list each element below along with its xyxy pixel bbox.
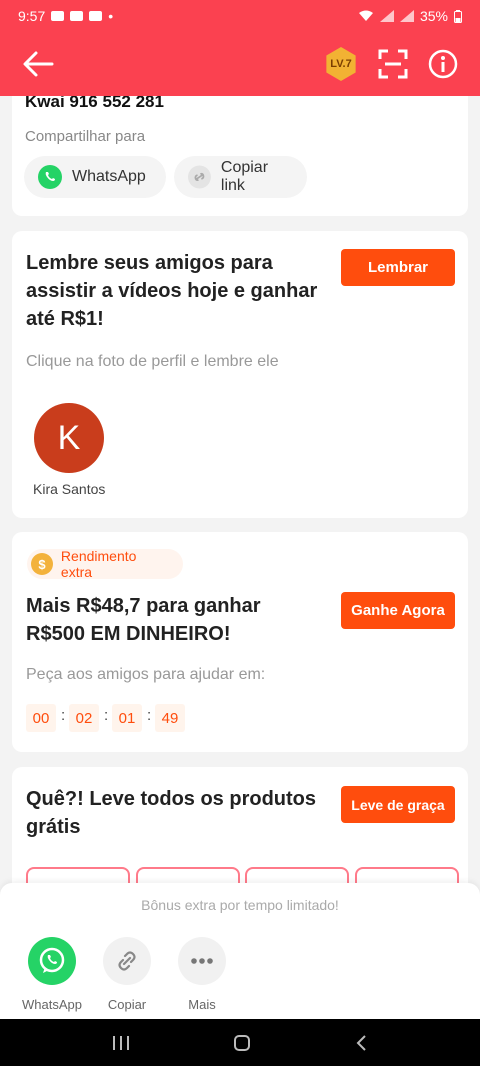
friend-avatar[interactable]: K [34,403,104,473]
status-time: 9:57 [18,8,46,24]
more-icon [178,937,226,985]
remind-title: Lembre seus amigos para assistir a vídeo… [26,252,318,330]
free-products-card: Quê?! Leve todos os produtos grátis Leve… [12,767,468,883]
extra-income-badge: $ Rendimento extra [27,548,183,580]
share-option-label: Copiar [107,997,147,1012]
home-icon[interactable] [233,1034,251,1052]
friend-name: Kira Santos [33,481,106,497]
notification-dot: • [108,8,114,24]
app-bar: LV.7 [0,32,480,96]
get-free-button[interactable]: Leve de graça [341,786,455,823]
recent-apps-icon[interactable] [112,1035,130,1051]
copy-link-label: Copiar link [220,159,269,194]
copy-link-button[interactable]: Copiar link [174,156,307,198]
gallery-icon [89,11,103,21]
share-whatsapp-option[interactable]: WhatsApp [12,937,92,1012]
timer-separator: : [147,707,152,724]
extra-income-card: $ Rendimento extra Mais R$48,7 para ganh… [12,532,468,752]
timer-hours: 00 [26,704,56,732]
coin-icon: $ [31,553,53,575]
product-tab[interactable] [355,867,459,883]
timer-centiseconds: 49 [155,704,185,732]
whatsapp-icon [38,165,62,189]
timer-minutes: 02 [69,704,99,732]
back-arrow-icon[interactable] [22,50,54,78]
info-icon[interactable] [428,49,458,79]
status-bar: 9:57 • 35% [0,0,480,32]
content-area[interactable]: Kwai 916 552 281 Compartilhar para Whats… [0,96,480,883]
extra-income-label: Rendimento extra [60,548,137,580]
battery-level: 35% [419,8,448,24]
share-more-option[interactable]: Mais [162,937,242,1012]
product-tab[interactable] [26,867,130,883]
limited-bonus-notice: Bônus extra por tempo limitado! [141,897,339,913]
extra-income-title: Mais R$48,7 para ganhar R$500 EM DINHEIR… [26,595,261,645]
invite-card: Kwai 916 552 281 Compartilhar para Whats… [12,96,468,216]
level-badge[interactable]: LV.7 [326,47,356,81]
share-copy-option[interactable]: Copiar [87,937,167,1012]
signal-icon [399,10,414,22]
share-option-label: WhatsApp [22,997,82,1012]
whatsapp-share-button[interactable]: WhatsApp [24,156,166,198]
share-option-label: Mais [188,997,216,1012]
remind-hint: Clique na foto de perfil e lembre ele [26,353,279,370]
product-tab[interactable] [136,867,240,883]
free-products-title: Quê?! Leve todos os produtos grátis [26,788,317,838]
product-tab[interactable] [245,867,349,883]
timer-separator: : [104,707,109,724]
scan-icon[interactable] [378,49,408,79]
wifi-icon [358,10,373,21]
system-nav-bar [0,1019,480,1066]
share-to-label: Compartilhar para [25,128,146,145]
link-icon [103,937,151,985]
timer-separator: : [61,707,66,724]
share-sheet: Bônus extra por tempo limitado! WhatsApp… [0,883,480,1019]
whatsapp-icon [28,937,76,985]
timer-seconds: 01 [112,704,142,732]
video-call-icon [51,11,65,21]
remind-button[interactable]: Lembrar [341,249,455,286]
remind-card: Lembre seus amigos para assistir a vídeo… [12,231,468,518]
earn-now-button[interactable]: Ganhe Agora [341,592,455,629]
signal-icon [379,10,394,22]
link-icon [188,165,211,189]
kwai-id: Kwai 916 552 281 [25,96,164,111]
video-call-icon [70,11,84,21]
back-nav-icon[interactable] [354,1034,368,1052]
battery-icon [454,9,462,23]
timer-hint: Peça aos amigos para ajudar em: [26,666,266,683]
whatsapp-label: WhatsApp [72,168,146,185]
